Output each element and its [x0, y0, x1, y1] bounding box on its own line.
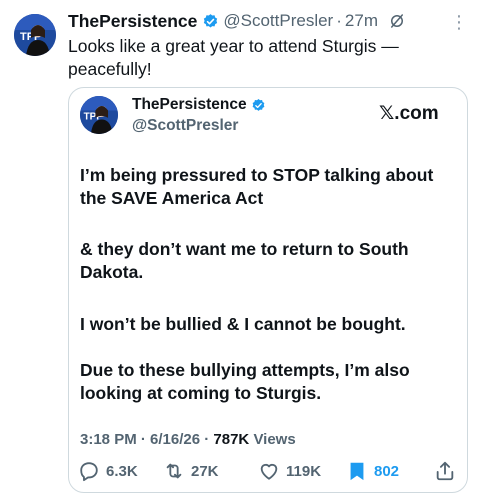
author-avatar[interactable]: TPP [14, 14, 56, 56]
share-icon [436, 461, 454, 481]
share-button[interactable] [434, 460, 462, 482]
reply-button[interactable]: 6.3K [78, 460, 138, 482]
quoted-author-name-row: ThePersistence [132, 96, 270, 114]
quoted-timestamp[interactable]: 3:18 PM · 6/16/26 · [80, 431, 213, 448]
quoted-paragraph: Due to these bullying attempts, I’m also… [80, 360, 410, 403]
quoted-paragraph: I’m being pressured to STOP talking abou… [80, 165, 434, 208]
grok-icon[interactable] [388, 12, 406, 30]
quoted-meta: 3:18 PM · 6/16/26 · 787K Views [80, 431, 296, 448]
quoted-paragraph: I won’t be bullied & I cannot be bought. [80, 314, 406, 334]
views-label: Views [253, 431, 296, 448]
bookmark-button[interactable]: 802 [346, 460, 399, 482]
bookmark-icon [350, 462, 364, 481]
retweet-icon [166, 463, 182, 479]
like-button[interactable]: 119K [258, 460, 321, 482]
like-count: 119K [286, 462, 322, 480]
views-count: 787K [213, 431, 250, 448]
author-name[interactable]: ThePersistence [68, 11, 197, 32]
quoted-paragraph: & they don’t want me to return to South … [80, 239, 409, 282]
reply-count: 6.3K [106, 462, 138, 480]
retweet-button[interactable]: 27K [163, 460, 219, 482]
more-icon[interactable]: ⋮ [450, 12, 469, 33]
xcom-brand: 𝕏.com [379, 103, 439, 124]
retweet-count: 27K [191, 462, 219, 480]
verified-badge-icon [252, 98, 264, 111]
tweet-text: Looks like a great year to attend Sturgi… [68, 36, 399, 79]
verified-badge-icon [204, 13, 218, 28]
separator-dot: · [336, 11, 342, 30]
action-bar: 6.3K 27K 119K 802 [76, 460, 461, 484]
bookmark-count: 802 [374, 462, 400, 480]
like-icon [260, 463, 278, 480]
author-handle[interactable]: @ScottPresler [223, 11, 333, 31]
quoted-author-avatar[interactable]: TPP [80, 96, 118, 134]
reply-icon [80, 462, 98, 482]
tweet-timestamp[interactable]: 27m [345, 11, 378, 31]
tweet-header: ThePersistence @ScottPresler · 27m ⋮ [68, 10, 469, 33]
quoted-author-handle[interactable]: @ScottPresler [132, 117, 238, 135]
quoted-author-name[interactable]: ThePersistence [132, 96, 247, 114]
